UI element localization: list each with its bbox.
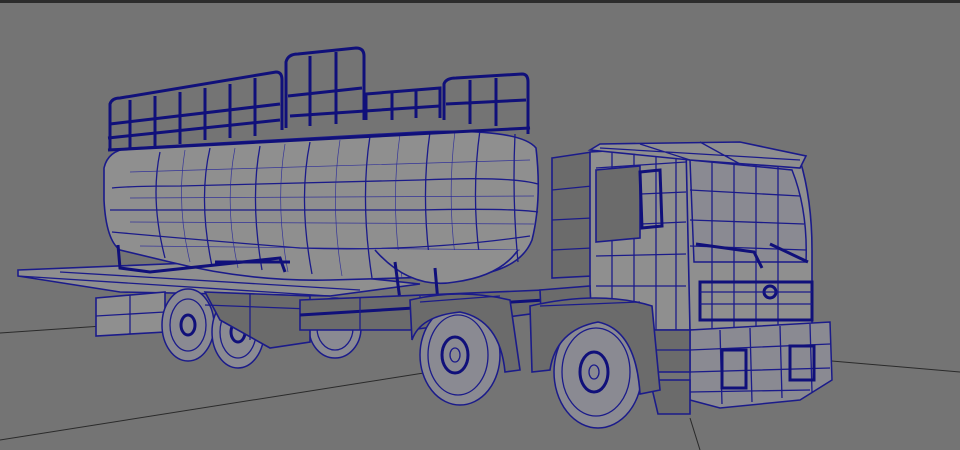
scene-canvas[interactable] [0,0,960,450]
cab-front [685,145,814,331]
side-toolbox [95,291,166,337]
trailer-wheel-1 [161,288,215,362]
cab-back [551,151,593,279]
3d-viewport[interactable] [0,0,960,450]
front-bumper [689,321,833,409]
